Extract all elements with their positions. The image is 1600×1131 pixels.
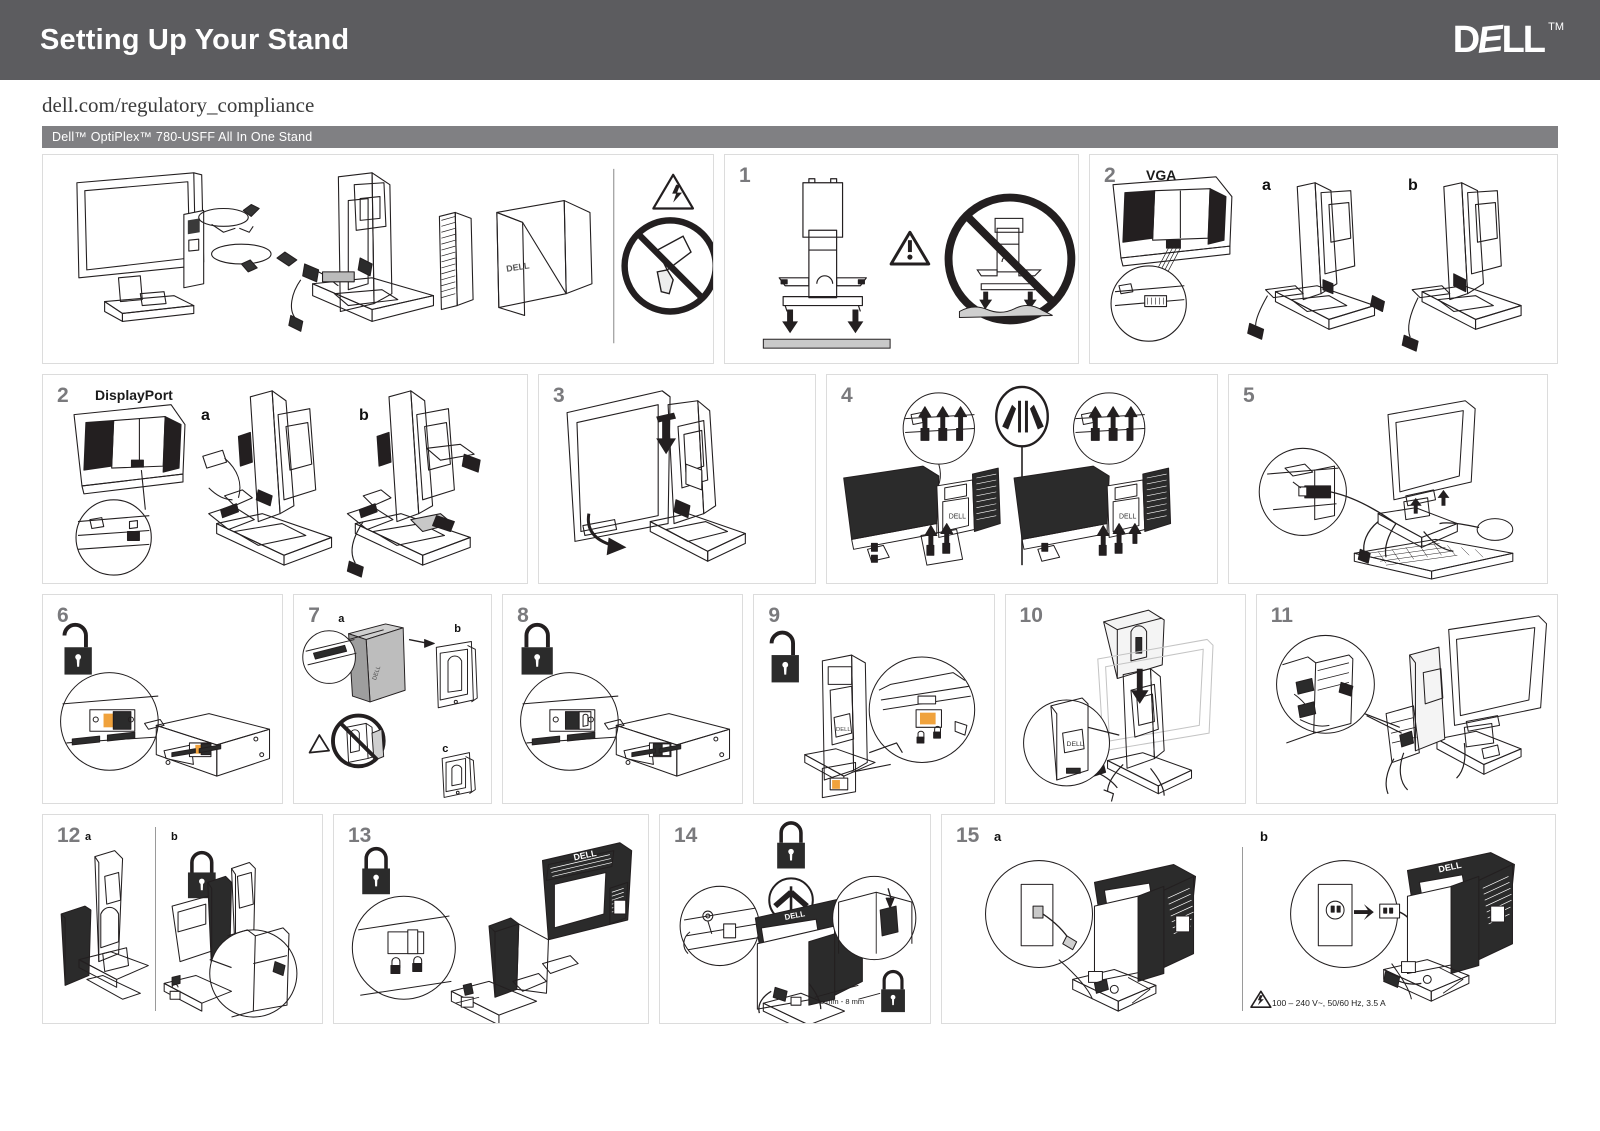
padlock-closed-icon <box>777 821 805 869</box>
step-14-illustration: DELL <box>660 815 930 1023</box>
product-subtitle-text: Dell™ OptiPlex™ 780-USFF All In One Stan… <box>52 130 313 144</box>
padlock-closed-icon <box>362 846 390 895</box>
panel-step-15: 15 a b 100 – 240 V~, 50/60 Hz, 3.5 A DEL… <box>941 814 1556 1024</box>
page-header: Setting Up Your Stand DELL TM <box>0 0 1600 80</box>
dell-logo: DELL TM <box>1452 17 1564 62</box>
svg-text:DELL: DELL <box>836 727 851 733</box>
panel-step-2-vga: 2 VGA a b <box>1089 154 1558 364</box>
padlock-closed-icon <box>521 622 553 675</box>
step-4-illustration: DELL DELL <box>827 375 1217 583</box>
overview-illustration: DELL <box>43 155 713 363</box>
panel-step-9: 9 DELL <box>753 594 995 804</box>
step-2-vga-illustration <box>1090 155 1557 363</box>
padlock-closed-icon <box>881 969 905 1013</box>
panel-step-8: 8 <box>502 594 744 804</box>
page-title: Setting Up Your Stand <box>40 23 350 56</box>
panel-step-1: 1 <box>724 154 1079 364</box>
panel-step-14: 14 Ø 3 mm - 8 mm DELL <box>659 814 931 1024</box>
steps-row-1: DELL 1 2 VGA a b <box>42 154 1558 364</box>
step-1-illustration <box>725 155 1078 363</box>
step-3-illustration <box>539 375 815 583</box>
dell-logo-text: DELL <box>1452 17 1546 62</box>
step-8-illustration <box>503 595 742 803</box>
panel-step-12: 12 a b <box>42 814 323 1024</box>
svg-text:DELL: DELL <box>1119 514 1136 521</box>
panel-step-2-displayport: 2 DisplayPort a b <box>42 374 528 584</box>
panel-step-11: 11 <box>1255 594 1559 804</box>
panel-step-7: 7 a b c DELL <box>293 594 493 804</box>
panel-step-10: 10 DELL <box>1004 594 1246 804</box>
svg-text:DELL: DELL <box>949 514 966 521</box>
steps-row-4: 12 a b 13 DELL 14 Ø 3 mm - 8 mm DELL 15 … <box>42 814 1558 1024</box>
step-13-illustration: DELL <box>334 815 648 1023</box>
step-7-illustration: DELL <box>294 595 491 803</box>
panel-overview: DELL <box>42 154 714 364</box>
step-11-illustration <box>1257 595 1557 803</box>
step-10-illustration: DELL <box>1006 595 1245 803</box>
steps-row-2: 2 DisplayPort a b 3 4 DELL DELL 5 <box>42 374 1558 584</box>
trademark-symbol: TM <box>1548 20 1564 33</box>
steps-row-3: 6 7 a b c DELL 8 9 DELL 10 DELL 11 <box>42 594 1559 804</box>
panel-step-13: 13 DELL <box>333 814 649 1024</box>
panel-step-6: 6 <box>42 594 284 804</box>
regulatory-compliance-url[interactable]: dell.com/regulatory_compliance <box>0 80 1600 126</box>
step-6-illustration <box>43 595 282 803</box>
product-subtitle-bar: Dell™ OptiPlex™ 780-USFF All In One Stan… <box>42 126 1558 148</box>
panel-step-4: 4 DELL DELL <box>826 374 1218 584</box>
step-9-illustration: DELL <box>754 595 993 803</box>
padlock-open-icon <box>62 622 92 675</box>
step-2-dp-illustration <box>43 375 527 583</box>
steps-grid: DELL 1 2 VGA a b 2 DisplayPort a b 3 4 D… <box>0 148 1600 1024</box>
step-12-illustration <box>43 815 322 1023</box>
svg-text:DELL: DELL <box>506 260 531 274</box>
padlock-open-icon <box>769 630 800 683</box>
panel-step-3: 3 <box>538 374 816 584</box>
step-5-illustration <box>1229 375 1547 583</box>
step-15-illustration: DELL <box>942 815 1555 1023</box>
svg-text:DELL: DELL <box>1066 741 1083 748</box>
panel-step-5: 5 <box>1228 374 1548 584</box>
